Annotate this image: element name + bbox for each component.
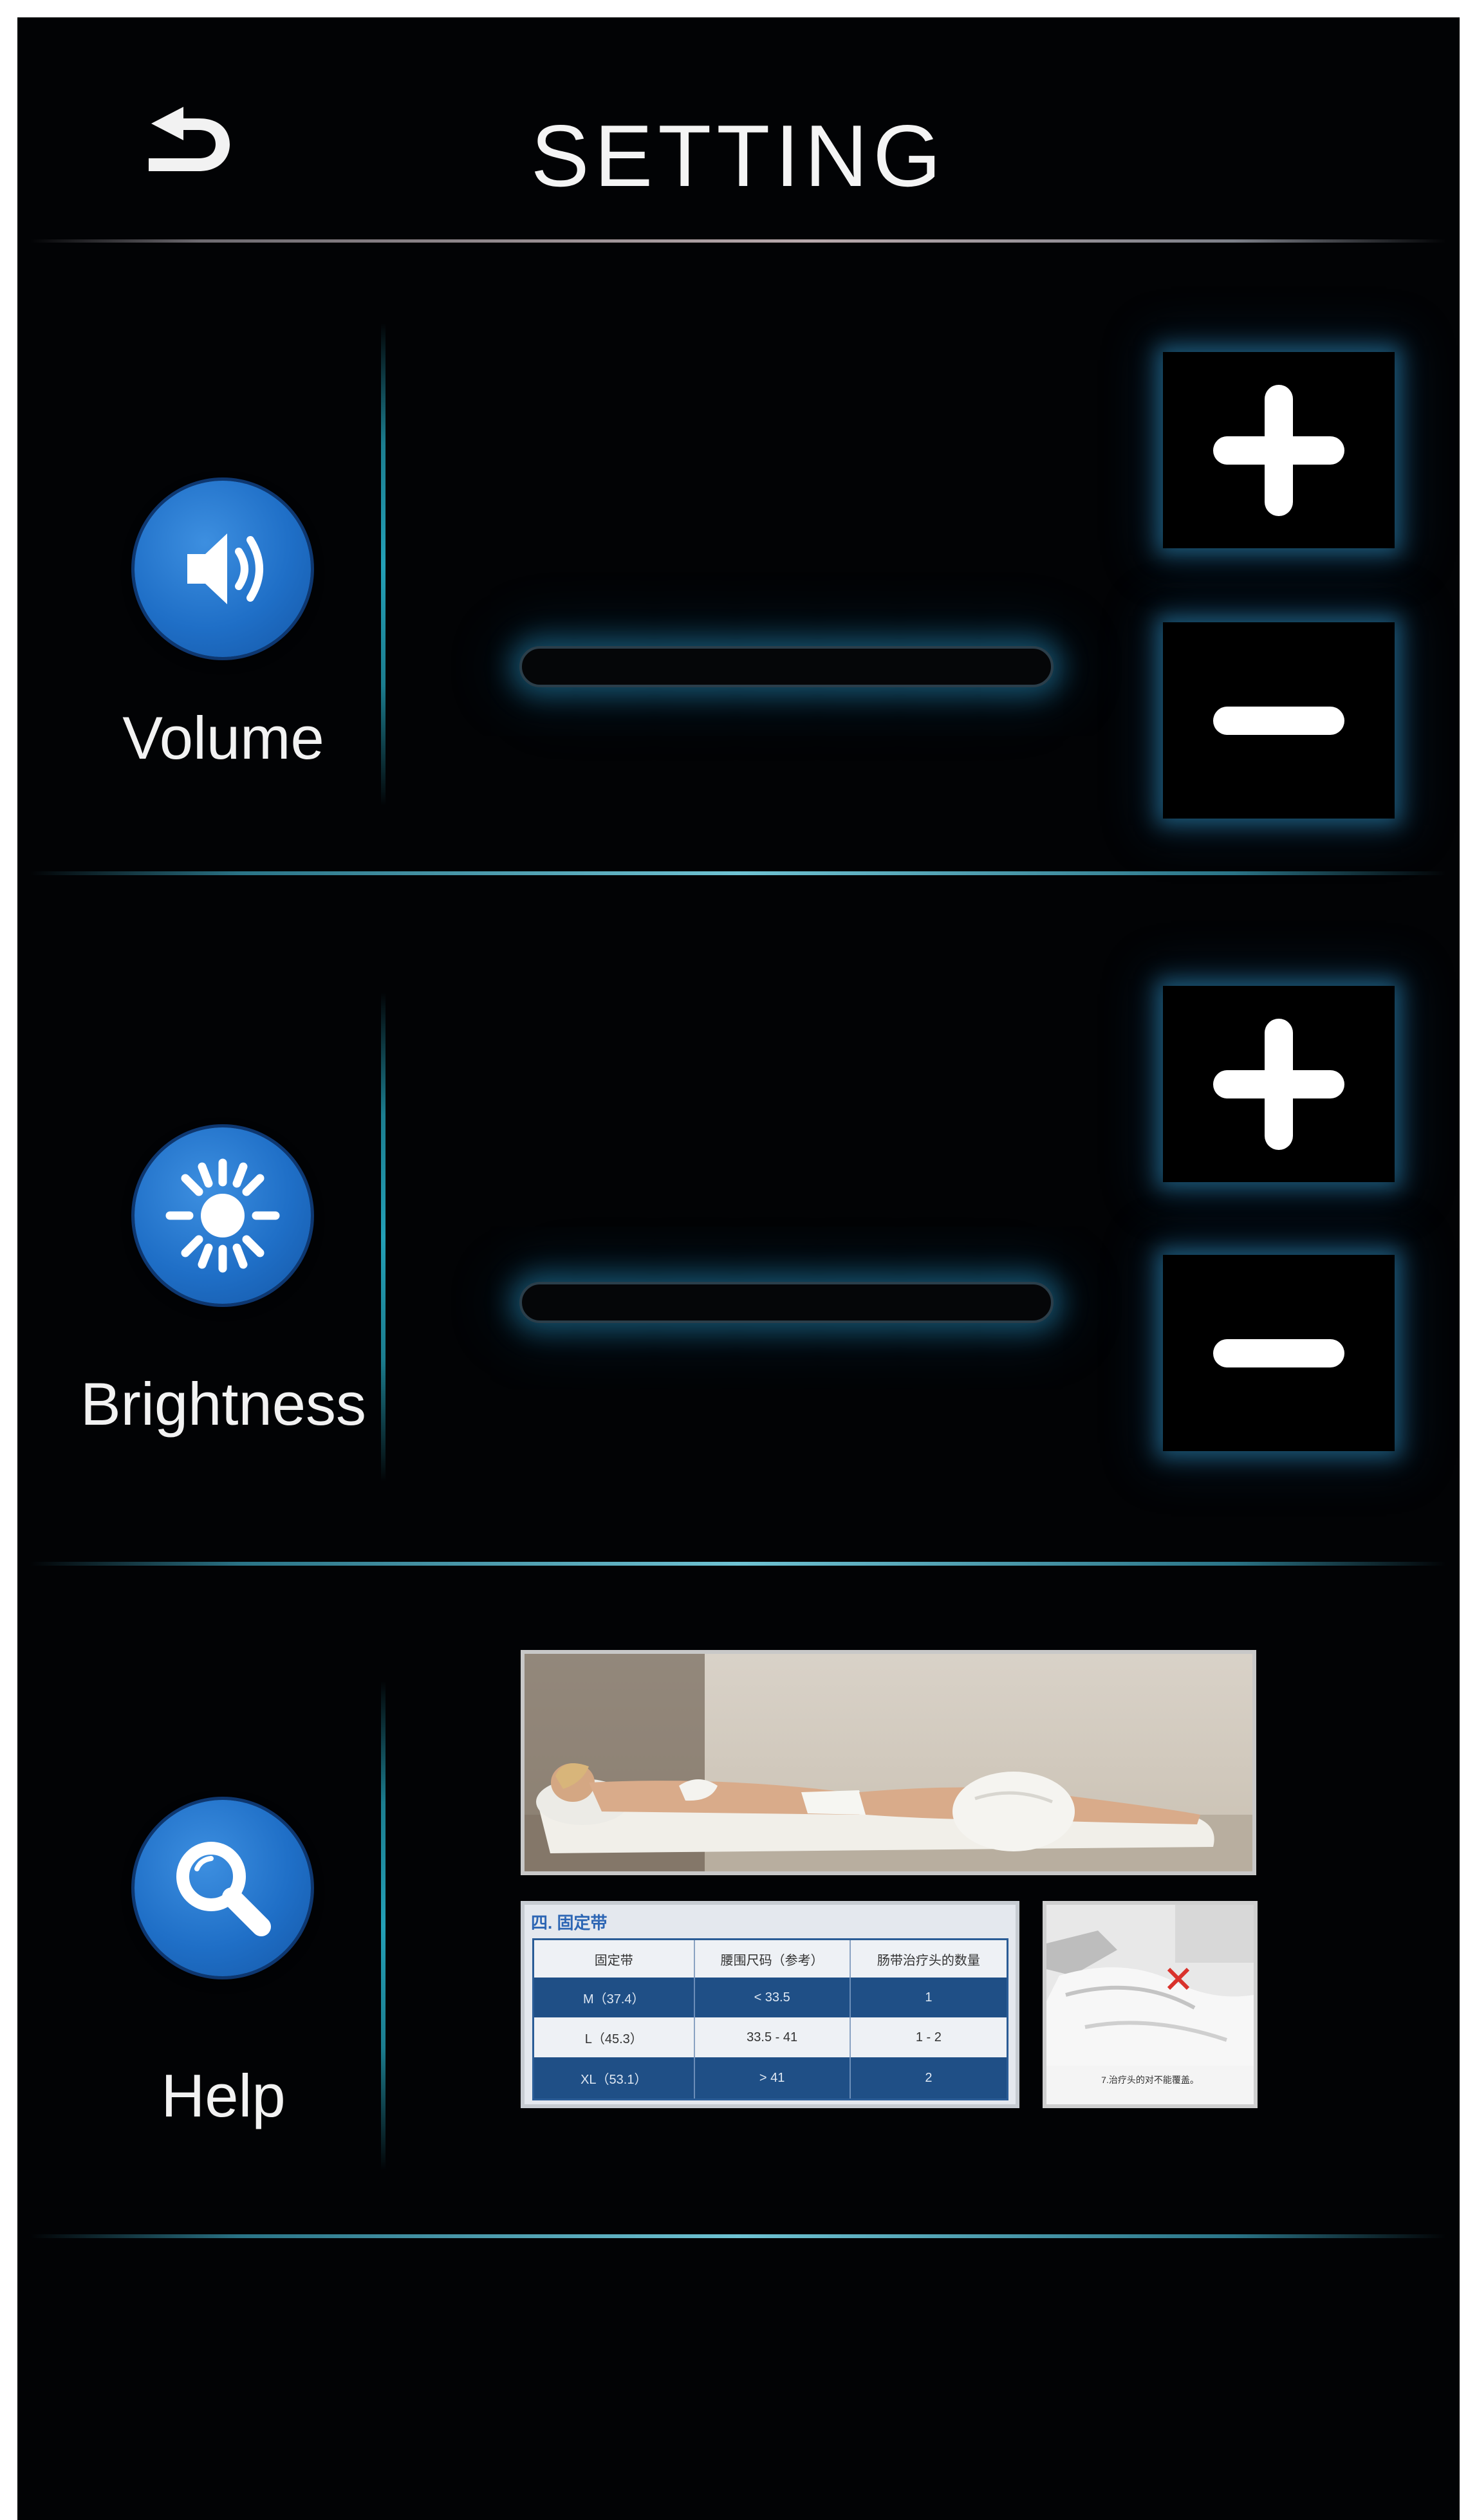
table-cell: < 33.5 — [695, 1978, 851, 2017]
brightness-decrease-button[interactable] — [1163, 1255, 1395, 1451]
magnifier-icon — [176, 1842, 271, 1936]
help-thumbnail-table[interactable]: 四. 固定带 固定带 腰围尺码（参考） 肠带治疗头的数量 M（37.4） < 3… — [521, 1901, 1019, 2108]
help-thumbnail-photo[interactable] — [521, 1650, 1256, 1875]
table-cell: 33.5 - 41 — [695, 2017, 851, 2057]
volume-decrease-button[interactable] — [1163, 622, 1395, 819]
settings-screen: SETTING Volume Brightness Help 四. 固定带 固定… — [17, 17, 1460, 2520]
table-thumbnail-title: 四. 固定带 — [531, 1913, 608, 1932]
brightness-increase-button[interactable] — [1163, 986, 1395, 1182]
minus-icon — [1213, 706, 1344, 735]
warning-caption: 7.治疗头的对不能覆盖。 — [1101, 2075, 1199, 2085]
header: SETTING — [17, 17, 1460, 243]
size-table-header: 固定带 腰围尺码（参考） 肠带治疗头的数量 — [534, 1940, 1007, 1978]
table-cell: 1 — [925, 1990, 933, 2005]
brightness-label: Brightness — [80, 1370, 367, 1438]
minus-icon — [1213, 1339, 1344, 1367]
volume-divider — [381, 323, 386, 806]
plus-icon — [1213, 384, 1344, 516]
table-cell: XL（53.1） — [534, 2057, 695, 2098]
table-cell: > 41 — [695, 2057, 851, 2098]
sun-icon — [165, 1158, 280, 1273]
volume-section: Volume — [17, 243, 1460, 876]
help-badge — [135, 1800, 311, 1976]
patient-photo-image — [525, 1654, 1252, 1871]
table-header-cell: 腰围尺码（参考） — [695, 1940, 851, 1978]
table-cell: M（37.4） — [534, 1978, 695, 2017]
incorrect-usage-image — [1046, 1905, 1254, 2066]
plus-icon — [1213, 1018, 1344, 1150]
table-cell: 2 — [925, 2070, 933, 2085]
table-row: XL（53.1） > 41 2 — [534, 2057, 1007, 2098]
help-label: Help — [161, 2062, 286, 2129]
help-divider — [381, 1681, 386, 2170]
brightness-badge — [135, 1127, 311, 1304]
speaker-icon — [187, 533, 263, 604]
volume-slider[interactable] — [519, 646, 1054, 687]
help-section: Help 四. 固定带 固定带 腰围尺码（参考） 肠带治疗头的数量 M（37.4… — [17, 1565, 1460, 2254]
page-title: SETTING — [530, 107, 947, 205]
table-header-cell: 固定带 — [534, 1940, 695, 1978]
help-section-divider — [30, 2234, 1446, 2238]
table-row: L（45.3） 33.5 - 41 1 - 2 — [534, 2017, 1007, 2057]
volume-label: Volume — [122, 704, 324, 772]
table-row: M（37.4） < 33.5 1 — [534, 1978, 1007, 2017]
volume-badge — [135, 481, 311, 657]
table-header-cell: 肠带治疗头的数量 — [877, 1953, 980, 1968]
table-cell: 1 - 2 — [915, 2030, 942, 2044]
volume-increase-button[interactable] — [1163, 352, 1395, 548]
help-thumbnail-warning[interactable]: 7.治疗头的对不能覆盖。 — [1043, 1901, 1258, 2108]
brightness-section: Brightness — [17, 876, 1460, 1566]
volume-section-divider — [30, 871, 1446, 875]
brightness-slider[interactable] — [519, 1282, 1054, 1323]
brightness-divider — [381, 992, 386, 1481]
table-cell: L（45.3） — [534, 2017, 695, 2057]
size-table: 固定带 腰围尺码（参考） 肠带治疗头的数量 M（37.4） < 33.5 1 L… — [532, 1938, 1008, 2100]
